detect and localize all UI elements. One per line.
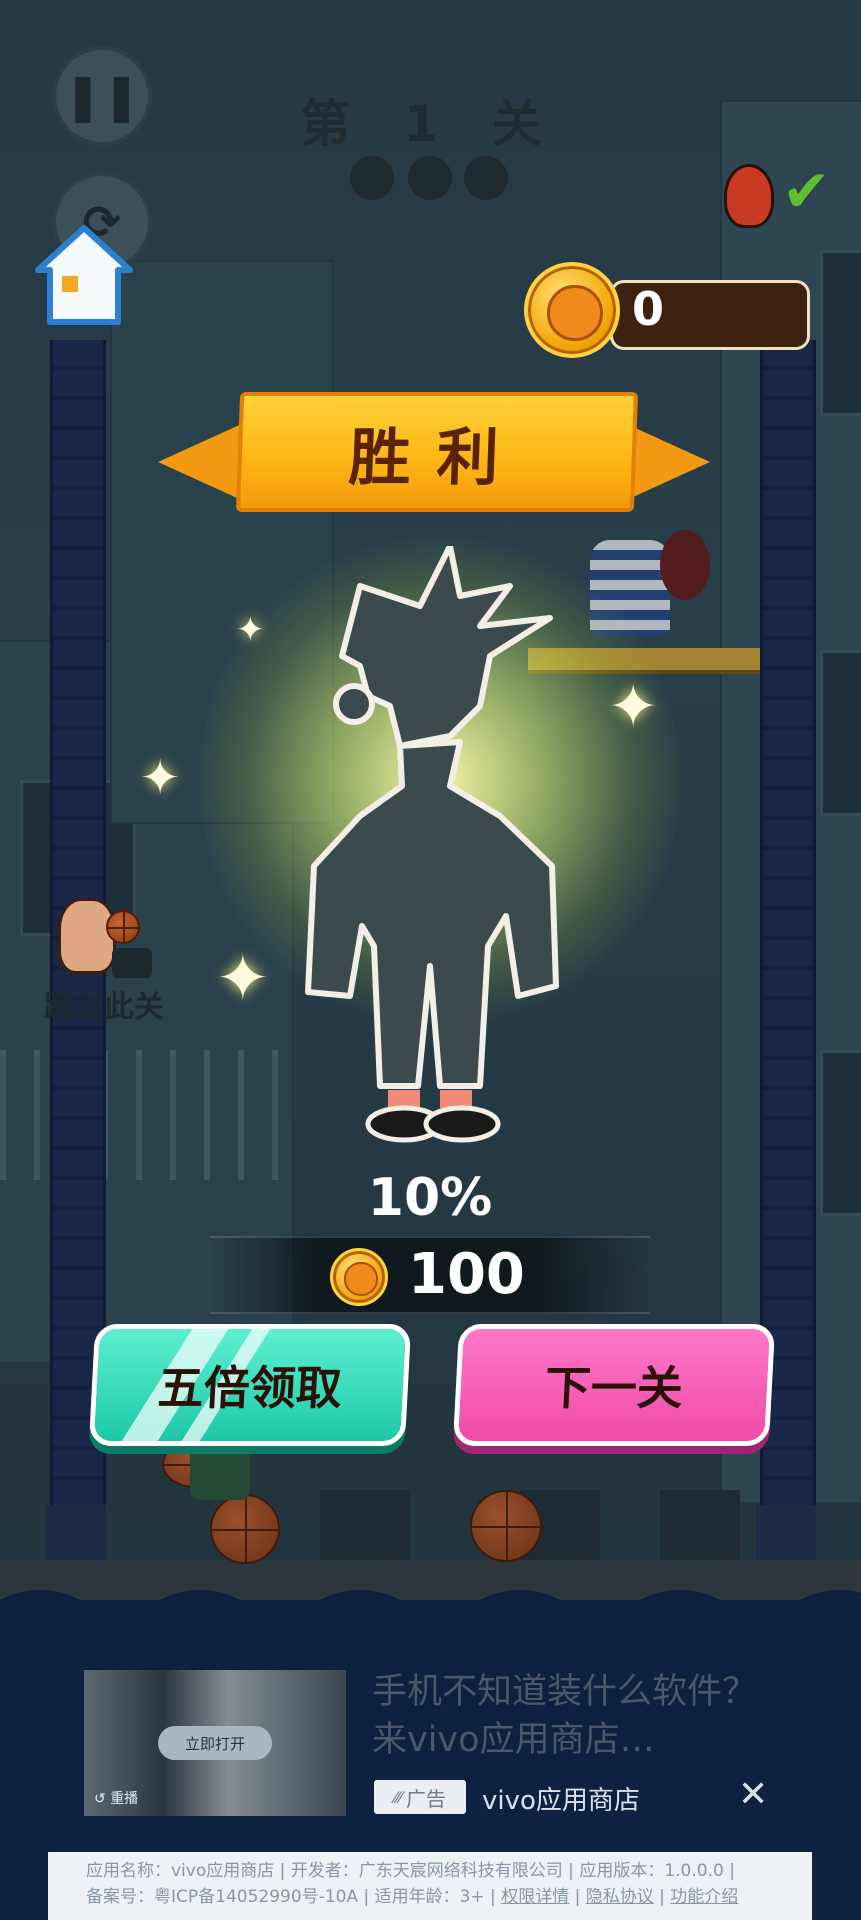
unlock-progress-percent: 10% bbox=[367, 1168, 493, 1228]
pause-button[interactable]: ❚❚ bbox=[52, 46, 152, 146]
robber-target-icon bbox=[724, 164, 774, 228]
sparkle-icon: ✦ bbox=[236, 610, 265, 650]
sparkle-icon: ✦ bbox=[608, 672, 659, 742]
ad-replay-button[interactable]: ↺ 重播 bbox=[94, 1788, 138, 1808]
coin-icon bbox=[524, 262, 620, 358]
ad-info-line-2: 备案号：粤ICP备14052990号-10A | 适用年龄：3+ | 权限详情 … bbox=[86, 1887, 739, 1907]
ad-title[interactable]: 手机不知道装什么软件？来vivo应用商店… bbox=[372, 1668, 772, 1764]
ad-advertiser: vivo应用商店 bbox=[482, 1786, 640, 1816]
close-icon: ✕ bbox=[738, 1774, 769, 1815]
privacy-link[interactable]: 隐私协议 bbox=[586, 1887, 654, 1907]
replay-icon: ↺ bbox=[94, 1791, 106, 1807]
double-reward-label: 五倍领取 bbox=[156, 1361, 344, 1415]
locked-character-silhouette bbox=[305, 546, 559, 1143]
basketball-icon bbox=[106, 910, 140, 944]
victory-title: 胜利 bbox=[347, 421, 527, 494]
home-icon bbox=[35, 225, 133, 325]
coin-icon bbox=[330, 1248, 388, 1306]
reward-amount: 100 bbox=[408, 1242, 525, 1307]
features-link[interactable]: 功能介绍 bbox=[670, 1887, 738, 1907]
pause-icon: ❚❚ bbox=[63, 69, 141, 123]
ad-close-button[interactable]: ✕ bbox=[738, 1774, 768, 1815]
star-slot bbox=[350, 156, 394, 200]
ad-app-info: 应用名称：vivo应用商店 | 开发者：广东天宸网络科技有限公司 | 应用版本：… bbox=[48, 1852, 812, 1920]
ad-info-registration: 备案号：粤ICP备14052990号-10A | 适用年龄：3+ | bbox=[86, 1887, 496, 1907]
home-button[interactable] bbox=[34, 224, 134, 328]
sparkle-icon: ✦ bbox=[216, 942, 270, 1016]
video-camera-icon bbox=[112, 948, 152, 978]
ad-badge: ⁄⁄⁄ 广告 bbox=[374, 1780, 466, 1814]
sparkle-icon: ✦ bbox=[140, 750, 181, 806]
ad-badge-label: 广告 bbox=[406, 1786, 446, 1811]
ad-open-button[interactable]: 立即打开 bbox=[158, 1726, 272, 1760]
ad-replay-label: 重播 bbox=[110, 1791, 139, 1807]
checkmark-icon: ✔ bbox=[782, 157, 831, 225]
next-level-button[interactable]: 下一关 bbox=[452, 1324, 776, 1446]
next-level-label: 下一关 bbox=[543, 1361, 685, 1415]
level-title: 第 1 关 bbox=[300, 95, 560, 153]
ad-logo-icon: ⁄⁄⁄ bbox=[393, 1787, 402, 1807]
skip-level-button[interactable] bbox=[48, 892, 152, 988]
coin-count: 0 bbox=[632, 282, 665, 336]
player-avatar bbox=[58, 898, 116, 974]
double-reward-button[interactable]: 五倍领取 bbox=[88, 1324, 412, 1446]
skip-level-label[interactable]: 跳过此关 bbox=[34, 982, 174, 1026]
star-slot bbox=[408, 156, 452, 200]
victory-banner: 胜利 bbox=[235, 392, 639, 512]
ad-info-line-1: 应用名称：vivo应用商店 | 开发者：广东天宸网络科技有限公司 | 应用版本：… bbox=[86, 1861, 735, 1881]
permissions-link[interactable]: 权限详情 bbox=[501, 1887, 569, 1907]
star-slot bbox=[464, 156, 508, 200]
